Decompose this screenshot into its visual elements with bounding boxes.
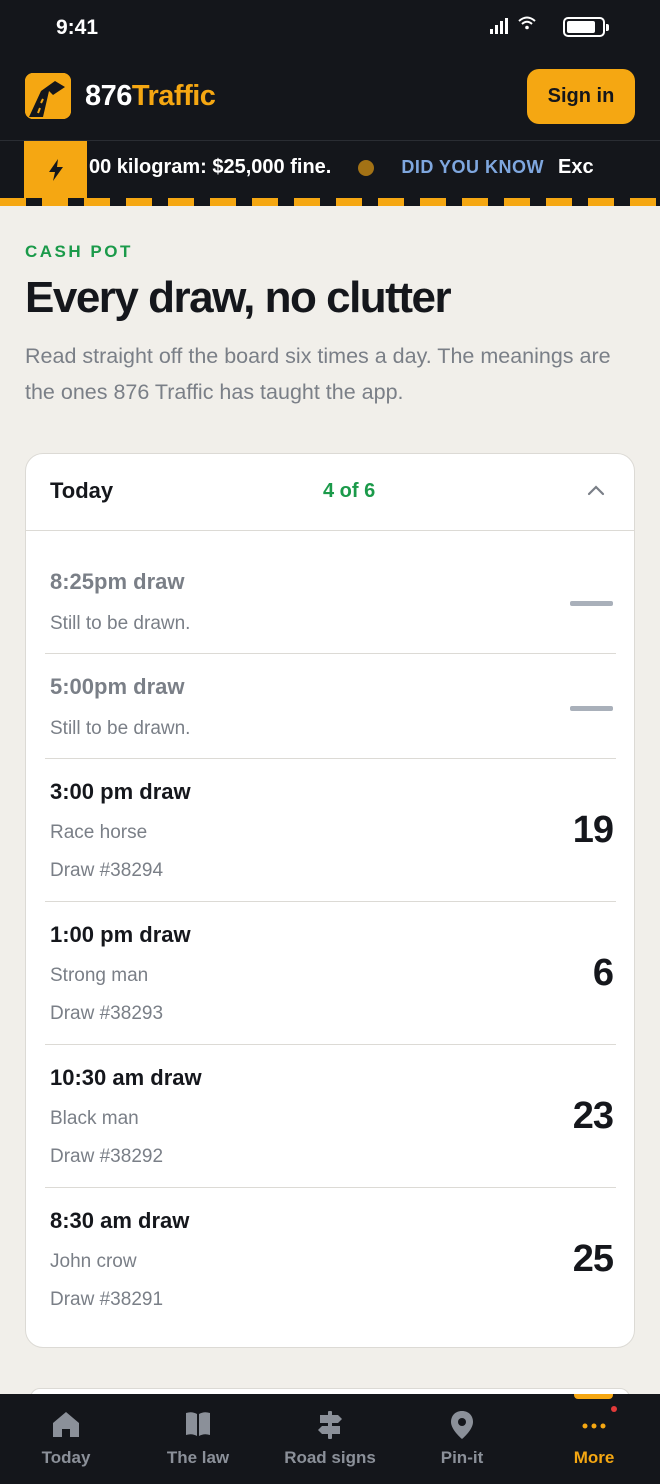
status-time: 9:41 [56, 16, 99, 39]
brand-word: Traffic [131, 80, 216, 112]
draw-time: 8:30 am draw [50, 1208, 190, 1233]
draw-row: 8:30 am draw John crow Draw #38291 25 [45, 1188, 616, 1331]
ticker-label: DID YOU KNOW [401, 157, 545, 177]
draw-time: 3:00 pm draw [50, 779, 191, 804]
brand-number: 876 [85, 80, 132, 112]
nav-label: More [573, 1448, 615, 1467]
app-logo[interactable] [25, 73, 71, 119]
cellular-signal-icon [490, 18, 508, 34]
draw-row: 3:00 pm draw Race horse Draw #38294 19 [45, 759, 616, 902]
map-pin-icon [451, 1411, 473, 1439]
nav-item-more[interactable]: More [528, 1394, 660, 1484]
drawn-number: 23 [572, 1095, 614, 1137]
signpost-icon [318, 1411, 342, 1439]
draw-row: 8:25pm draw Still to be drawn. [45, 531, 616, 654]
draw-row: 5:00pm draw Still to be drawn. [45, 654, 616, 759]
ticker-track: 00 kilogram: $25,000 fine. DID YOU KNOW … [87, 141, 660, 198]
wifi-icon [518, 16, 536, 30]
draw-time: 5:00pm draw [50, 674, 185, 699]
draw-time: 1:00 pm draw [50, 922, 191, 947]
notification-dot [611, 1406, 617, 1412]
draw-meaning: Still to be drawn. [50, 718, 191, 739]
lightning-bolt-icon [48, 159, 63, 181]
hazard-stripe [0, 198, 660, 206]
draw-time: 10:30 am draw [50, 1065, 202, 1090]
nav-label: The law [166, 1448, 230, 1467]
draw-meaning: John crow [50, 1251, 137, 1272]
draw-number-id: Draw #38292 [50, 1146, 164, 1167]
nav-item-road-signs[interactable]: Road signs [264, 1394, 396, 1484]
draw-meaning: Race horse [50, 822, 148, 843]
nav-label: Today [41, 1448, 91, 1467]
battery-icon [563, 17, 609, 37]
draw-meaning: Strong man [50, 965, 149, 986]
home-icon [53, 1412, 79, 1437]
draw-count: 4 of 6 [323, 480, 376, 502]
draw-row: 10:30 am draw Black man Draw #38292 23 [45, 1045, 616, 1188]
app-header: 876Traffic Sign in [0, 56, 660, 140]
pending-dash [570, 706, 613, 711]
more-dots-icon [582, 1423, 606, 1429]
drawn-number: 6 [592, 952, 614, 994]
draw-number-id: Draw #38291 [50, 1289, 164, 1310]
nav-item-today[interactable]: Today [0, 1394, 132, 1484]
road-logo-icon [25, 73, 71, 119]
sign-in-button[interactable]: Sign in [527, 69, 635, 124]
drawn-number: 19 [572, 809, 614, 851]
draw-time: 8:25pm draw [50, 569, 185, 594]
nav-label: Pin-it [440, 1448, 484, 1467]
bottom-nav: Today The law Road signs Pin-it More [0, 1394, 660, 1484]
nav-label: Road signs [284, 1448, 376, 1467]
draws-card: Today 4 of 6 8:25pm draw Still to be dra… [25, 453, 635, 1348]
ticker-text-next: Exc [558, 156, 594, 178]
draw-row: 1:00 pm draw Strong man Draw #38293 6 [45, 902, 616, 1045]
draw-number-id: Draw #38293 [50, 1003, 164, 1024]
page-title: Every draw, no clutter [25, 273, 452, 322]
draw-meaning: Still to be drawn. [50, 613, 191, 634]
pending-dash [570, 601, 613, 606]
ticker-separator-dot [358, 159, 375, 176]
active-tab-indicator [574, 1394, 613, 1399]
brand-name: 876Traffic [85, 80, 216, 113]
nav-item-the-law[interactable]: The law [132, 1394, 264, 1484]
drawn-number: 25 [572, 1238, 614, 1280]
ticker-text: 00 kilogram: $25,000 fine. [89, 156, 332, 178]
chevron-up-icon[interactable] [587, 484, 605, 496]
ticker-badge [24, 141, 87, 198]
section-eyebrow: CASH POT [25, 242, 133, 261]
status-bar: 9:41 [0, 0, 660, 56]
news-ticker: 00 kilogram: $25,000 fine. DID YOU KNOW … [0, 140, 660, 198]
draw-meaning: Black man [50, 1108, 139, 1129]
nav-item-pin-it[interactable]: Pin-it [396, 1394, 528, 1484]
page-lede: Read straight off the board six times a … [25, 344, 611, 404]
draw-number-id: Draw #38294 [50, 860, 164, 881]
book-icon [186, 1412, 210, 1436]
card-title: Today [50, 478, 114, 503]
draws-card-header[interactable]: Today 4 of 6 [26, 454, 634, 531]
